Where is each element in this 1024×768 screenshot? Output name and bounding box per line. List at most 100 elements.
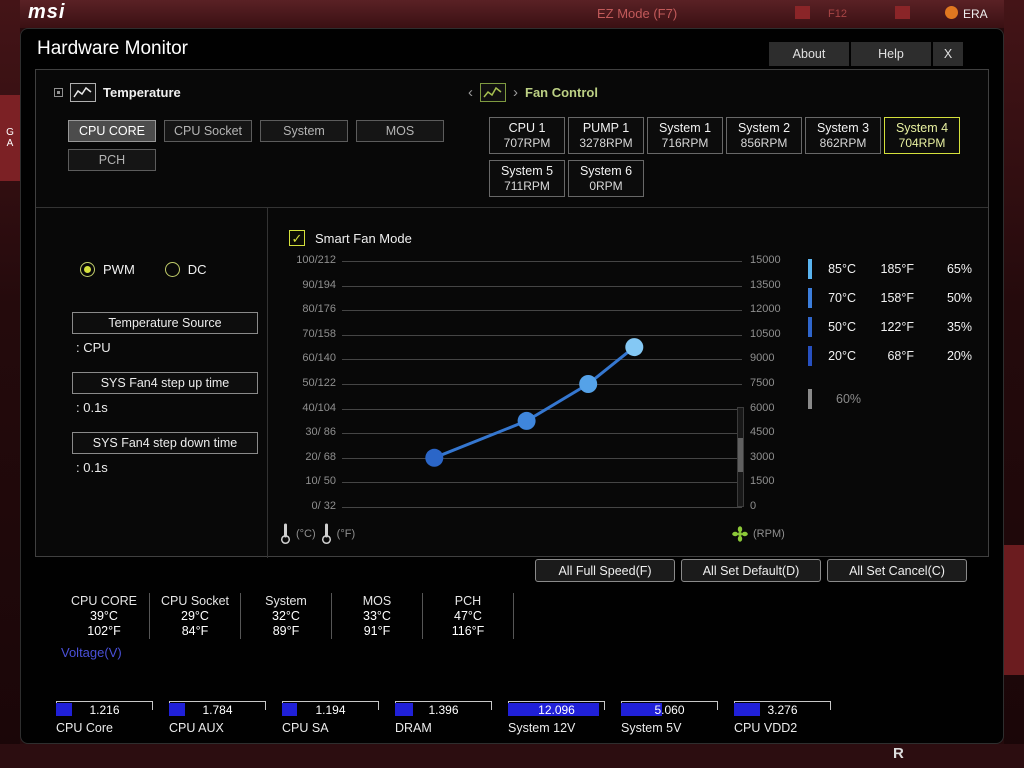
tab-pch[interactable]: PCH bbox=[68, 149, 156, 171]
step-up-time-button[interactable]: SYS Fan4 step up time bbox=[72, 372, 258, 394]
voltage-value: 1.396 bbox=[428, 703, 459, 717]
voltage-name: System 12V bbox=[508, 721, 576, 735]
action-buttons: All Full Speed(F) All Set Default(D) All S… bbox=[535, 559, 967, 582]
voltage-bar: 5.060 bbox=[621, 701, 718, 717]
fan-name: System 2 bbox=[737, 121, 791, 135]
about-button[interactable]: About bbox=[769, 42, 849, 66]
temperature-section-header: Temperature bbox=[54, 82, 181, 102]
voltage-meter-dram: 1.396 DRAM bbox=[395, 701, 492, 735]
step-down-time-value: : 0.1s bbox=[76, 460, 108, 475]
voltage-value: 5.060 bbox=[654, 703, 685, 717]
status-pch: PCH 47°C 116°F bbox=[423, 593, 514, 639]
axis-units-right: (RPM) bbox=[732, 526, 785, 542]
all-set-cancel-c-button[interactable]: All Set Cancel(C) bbox=[827, 559, 967, 582]
left-axis-tick: 40/104 bbox=[302, 402, 336, 414]
fan-name: PUMP 1 bbox=[582, 121, 630, 135]
smart-fan-label: Smart Fan Mode bbox=[315, 230, 412, 246]
collapse-icon[interactable] bbox=[54, 87, 63, 97]
right-axis-tick: 1500 bbox=[750, 475, 775, 487]
smart-fan-checkbox[interactable]: ✓ bbox=[289, 230, 305, 246]
tab-cpu-core[interactable]: CPU CORE bbox=[68, 120, 156, 142]
left-axis-tick: 80/176 bbox=[302, 303, 336, 315]
voltage-bar: 12.096 bbox=[508, 701, 605, 717]
voltage-name: DRAM bbox=[395, 721, 432, 735]
celsius-thermometer-icon bbox=[280, 523, 291, 545]
next-section-arrow[interactable]: › bbox=[513, 83, 518, 102]
fan-control-section-header: ‹ › Fan Control bbox=[468, 82, 598, 102]
status-celsius: 39°C bbox=[90, 609, 118, 623]
voltage-value: 1.194 bbox=[315, 703, 346, 717]
bios-top-bar: msi EZ Mode (F7) F12 ERA bbox=[0, 0, 1024, 28]
era-icon bbox=[945, 6, 958, 19]
tab-system[interactable]: System bbox=[260, 120, 348, 142]
tab-cpu-socket[interactable]: CPU Socket bbox=[164, 120, 252, 142]
fan-button-system-6[interactable]: System 6 0RPM bbox=[568, 160, 644, 197]
temperature-chart-icon bbox=[70, 82, 96, 102]
screenshot-icon bbox=[795, 6, 810, 19]
rpm-unit-label: (RPM) bbox=[753, 528, 785, 540]
fan-curve-svg[interactable] bbox=[342, 261, 742, 507]
left-axis-tick: 100/212 bbox=[296, 254, 336, 266]
fan-name: System 4 bbox=[895, 121, 949, 135]
tab-mos[interactable]: MOS bbox=[356, 120, 444, 142]
fan-button-system-3[interactable]: System 3 862RPM bbox=[805, 117, 881, 154]
step-down-time-button[interactable]: SYS Fan4 step down time bbox=[72, 432, 258, 454]
duty-row-3: 50°C 122°F 35% bbox=[808, 312, 978, 341]
smart-fan-mode: ✓ Smart Fan Mode bbox=[289, 230, 412, 246]
fan-button-pump-1[interactable]: PUMP 1 3278RPM bbox=[568, 117, 644, 154]
duty-percent: 35% bbox=[946, 319, 972, 334]
voltage-meter-system-12v: 12.096 System 12V bbox=[508, 701, 605, 735]
status-mos: MOS 33°C 91°F bbox=[332, 593, 423, 639]
voltage-name: CPU VDD2 bbox=[734, 721, 798, 735]
left-axis-tick: 90/194 bbox=[302, 279, 336, 291]
close-button[interactable]: X bbox=[933, 42, 963, 66]
chart-left-axis: 100/212 90/194 80/176 70/158 60/140 50/122 40/… bbox=[264, 254, 336, 512]
fan-name: System 6 bbox=[579, 164, 633, 178]
voltage-value: 12.096 bbox=[538, 703, 575, 717]
fan-rpm: 711RPM bbox=[504, 179, 550, 193]
status-cpu-socket: CPU Socket 29°C 84°F bbox=[150, 593, 241, 639]
fan-name: System 3 bbox=[816, 121, 870, 135]
pwm-radio[interactable] bbox=[80, 262, 95, 277]
right-axis-tick: 10500 bbox=[750, 328, 781, 340]
fan-rpm: 3278RPM bbox=[579, 136, 633, 150]
voltage-bar: 1.396 bbox=[395, 701, 492, 717]
bios-bottom-edge bbox=[0, 744, 1024, 768]
help-button[interactable]: Help bbox=[851, 42, 931, 66]
fan-buttons-row2: System 5 711RPM System 6 0RPM bbox=[489, 160, 644, 197]
fan-curve-point-2[interactable] bbox=[517, 411, 536, 430]
all-full-speed-f-button[interactable]: All Full Speed(F) bbox=[535, 559, 675, 582]
status-label: System bbox=[265, 594, 307, 608]
fan-curve-point-3[interactable] bbox=[579, 375, 598, 393]
duty-percent: 20% bbox=[946, 348, 972, 363]
fan-curve-point-1[interactable] bbox=[425, 448, 444, 467]
fan-curve-point-4[interactable] bbox=[625, 338, 644, 357]
prev-section-arrow[interactable]: ‹ bbox=[468, 83, 473, 102]
fahrenheit-unit-label: (°F) bbox=[336, 528, 356, 540]
fan-name: System 1 bbox=[658, 121, 712, 135]
temperature-tabs-row2: PCH bbox=[68, 149, 156, 171]
temperature-source-button[interactable]: Temperature Source bbox=[72, 312, 258, 334]
fan-button-system-5[interactable]: System 5 711RPM bbox=[489, 160, 565, 197]
left-axis-tick: 50/122 bbox=[302, 377, 336, 389]
voltage-value: 1.784 bbox=[202, 703, 233, 717]
fan-button-system-4[interactable]: System 4 704RPM bbox=[884, 117, 960, 154]
left-axis-tick: 0/ 32 bbox=[311, 500, 336, 512]
fan-control-section-title: Fan Control bbox=[525, 84, 598, 100]
voltage-name: CPU Core bbox=[56, 721, 113, 735]
status-celsius: 47°C bbox=[454, 609, 482, 623]
fan-button-system-2[interactable]: System 2 856RPM bbox=[726, 117, 802, 154]
chart-right-axis: 15000 13500 12000 10500 9000 7500 6000 4500 3000… bbox=[750, 254, 810, 512]
left-axis-tick: 30/ 86 bbox=[305, 426, 336, 438]
status-celsius: 29°C bbox=[181, 609, 209, 623]
fan-button-system-1[interactable]: System 1 716RPM bbox=[647, 117, 723, 154]
pwm-radio-dot bbox=[84, 266, 91, 273]
current-duty-bar bbox=[808, 388, 812, 409]
dc-radio[interactable] bbox=[164, 262, 180, 277]
voltage-bar: 3.276 bbox=[734, 701, 831, 717]
fan-button-cpu-1[interactable]: CPU 1 707RPM bbox=[489, 117, 565, 154]
ez-mode-button[interactable]: EZ Mode (F7) bbox=[597, 6, 677, 21]
all-set-default-d-button[interactable]: All Set Default(D) bbox=[681, 559, 821, 582]
voltage-meter-system-5v: 5.060 System 5V bbox=[621, 701, 718, 735]
duty-celsius: 85°C bbox=[828, 261, 856, 276]
